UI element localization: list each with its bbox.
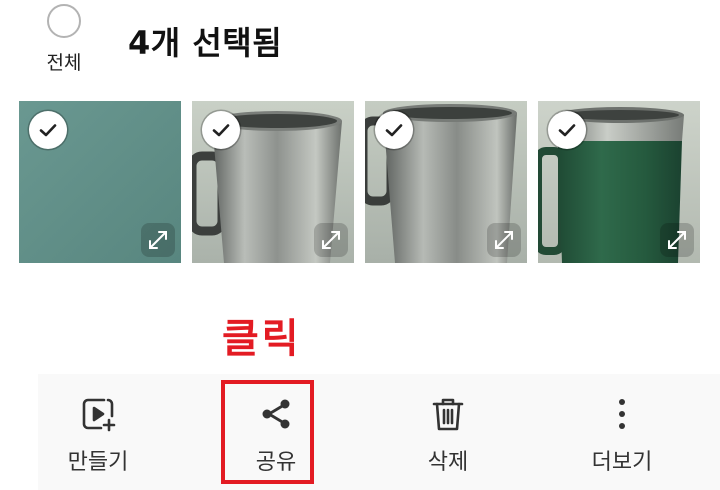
check-icon[interactable]	[29, 111, 67, 149]
more-vertical-icon	[602, 394, 642, 434]
check-icon[interactable]	[548, 111, 586, 149]
create-button[interactable]: 만들기	[38, 374, 158, 490]
share-button[interactable]: 공유	[216, 374, 336, 490]
photo-thumbnail-1[interactable]	[19, 101, 181, 263]
click-annotation: 클릭	[222, 316, 302, 362]
expand-icon[interactable]	[314, 223, 348, 257]
photo-thumbnail-4[interactable]	[538, 101, 700, 263]
share-button-label: 공유	[255, 450, 297, 475]
delete-button[interactable]: 삭제	[388, 374, 508, 490]
photo-thumbnail-3[interactable]	[365, 101, 527, 263]
page-title: 4개 선택됨	[128, 24, 283, 62]
more-button[interactable]: 더보기	[562, 374, 682, 490]
photo-thumbnail-2[interactable]	[192, 101, 354, 263]
trash-icon	[428, 394, 468, 434]
bottom-action-bar: 만들기 공유 삭제 더보기	[38, 374, 720, 490]
create-video-icon	[78, 394, 118, 434]
create-button-label: 만들기	[67, 450, 129, 475]
select-all-circle-icon[interactable]	[47, 4, 81, 38]
expand-icon[interactable]	[487, 223, 521, 257]
expand-icon[interactable]	[141, 223, 175, 257]
expand-icon[interactable]	[660, 223, 694, 257]
select-all-label: 전체	[46, 52, 82, 74]
check-icon[interactable]	[375, 111, 413, 149]
share-icon	[256, 394, 296, 434]
more-button-label: 더보기	[591, 450, 653, 475]
select-all-toggle[interactable]: 전체	[36, 2, 92, 82]
check-icon[interactable]	[202, 111, 240, 149]
delete-button-label: 삭제	[427, 450, 469, 475]
